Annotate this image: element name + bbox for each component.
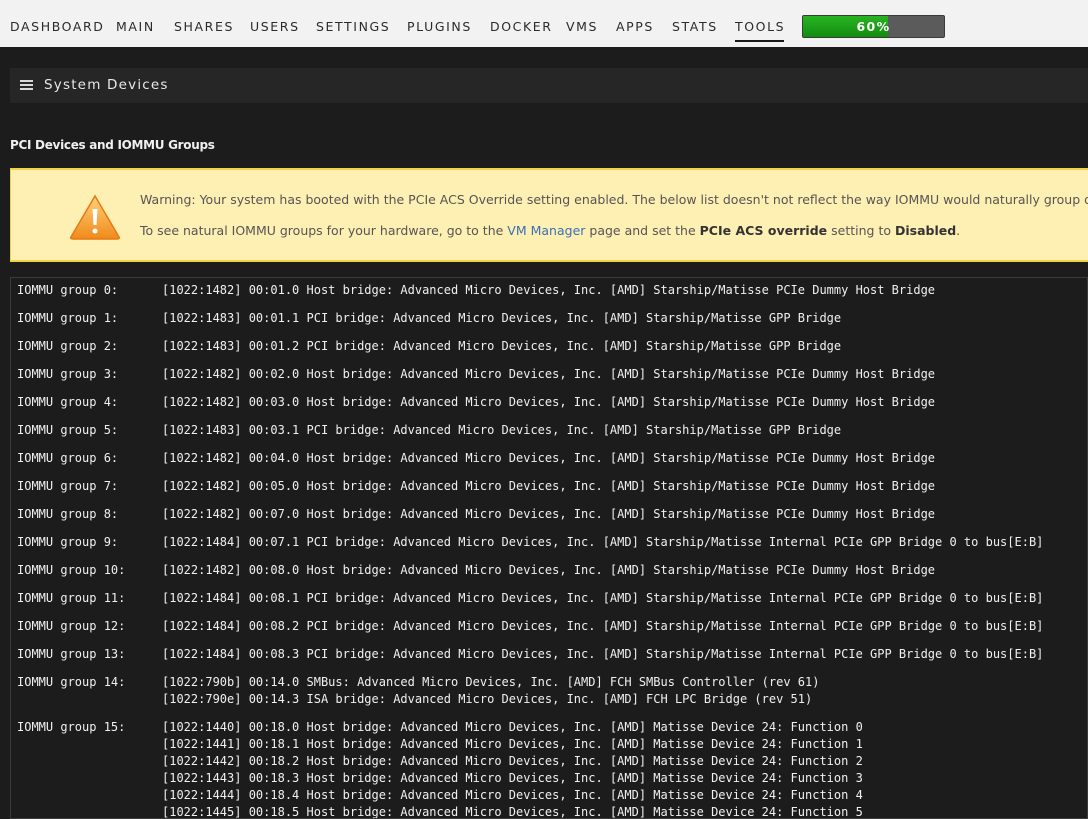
pci-device-entry: [1022:1484] 00:07.1 PCI bridge: Advanced… xyxy=(162,535,1044,549)
pci-device-entry: [1022:1443] 00:18.3 Host bridge: Advance… xyxy=(162,771,863,785)
pci-device-entry: [1022:1483] 00:01.1 PCI bridge: Advanced… xyxy=(162,311,842,325)
nav-stats[interactable]: STATS xyxy=(672,19,718,34)
pci-device-entry: [1022:1482] 00:07.0 Host bridge: Advance… xyxy=(162,507,936,521)
usage-progress-bar: 60% xyxy=(802,15,945,38)
nav-apps[interactable]: APPS xyxy=(616,19,654,34)
iommu-group-label: IOMMU group 10: xyxy=(17,563,126,577)
nav-settings[interactable]: SETTINGS xyxy=(316,19,390,34)
warning-box: Warning: Your system has booted with the… xyxy=(10,168,1088,262)
iommu-group-label: IOMMU group 0: xyxy=(17,283,119,297)
iommu-group-label: IOMMU group 4: xyxy=(17,395,119,409)
pci-device-entry: [1022:1441] 00:18.1 Host bridge: Advance… xyxy=(162,737,863,751)
nav-docker[interactable]: DOCKER xyxy=(490,19,553,34)
iommu-group-label: IOMMU group 5: xyxy=(17,423,119,437)
iommu-group-label: IOMMU group 9: xyxy=(17,535,119,549)
nav-vms[interactable]: VMS xyxy=(566,19,598,34)
list-icon xyxy=(20,80,33,90)
pci-device-entry: [1022:1483] 00:03.1 PCI bridge: Advanced… xyxy=(162,423,842,437)
iommu-group-label: IOMMU group 6: xyxy=(17,451,119,465)
iommu-group-label: IOMMU group 14: xyxy=(17,675,126,689)
pci-device-entry: [1022:1440] 00:18.0 Host bridge: Advance… xyxy=(162,720,863,734)
pci-device-entry: [1022:1442] 00:18.2 Host bridge: Advance… xyxy=(162,754,863,768)
pci-device-entry: [1022:790e] 00:14.3 ISA bridge: Advanced… xyxy=(162,692,813,706)
subsection-title: PCI Devices and IOMMU Groups xyxy=(10,138,215,152)
iommu-group-label: IOMMU group 13: xyxy=(17,647,126,661)
iommu-group-label: IOMMU group 15: xyxy=(17,720,126,734)
pci-device-entry: [1022:1482] 00:08.0 Host bridge: Advance… xyxy=(162,563,936,577)
section-header: System Devices xyxy=(10,68,1088,103)
iommu-device-list: IOMMU group 0: [1022:1482] 00:01.0 Host b… xyxy=(10,277,1088,819)
pci-device-entry: [1022:1482] 00:03.0 Host bridge: Advance… xyxy=(162,395,936,409)
iommu-group-label: IOMMU group 1: xyxy=(17,311,119,325)
iommu-group-label: IOMMU group 12: xyxy=(17,619,126,633)
iommu-group-label: IOMMU group 3: xyxy=(17,367,119,381)
pci-device-entry: [1022:1484] 00:08.2 PCI bridge: Advanced… xyxy=(162,619,1044,633)
pci-device-entry: [1022:1445] 00:18.5 Host bridge: Advance… xyxy=(162,805,863,819)
warning-text-part: page and set the xyxy=(585,223,700,238)
vm-manager-link[interactable]: VM Manager xyxy=(507,223,585,238)
iommu-group-label: IOMMU group 11: xyxy=(17,591,126,605)
iommu-group-label: IOMMU group 2: xyxy=(17,339,119,353)
nav-shares[interactable]: SHARES xyxy=(174,19,234,34)
warning-instructions: To see natural IOMMU groups for your har… xyxy=(140,223,960,238)
acs-override-setting: PCIe ACS override xyxy=(699,223,828,238)
pci-device-entry: [1022:1484] 00:08.3 PCI bridge: Advanced… xyxy=(162,647,1044,661)
pci-device-entry: [1022:1482] 00:02.0 Host bridge: Advance… xyxy=(162,367,936,381)
nav-tools[interactable]: TOOLS xyxy=(735,19,785,42)
iommu-group-label: IOMMU group 7: xyxy=(17,479,119,493)
nav-plugins[interactable]: PLUGINS xyxy=(407,19,472,34)
progress-label: 60% xyxy=(856,19,891,34)
warning-triangle-icon xyxy=(70,194,120,240)
warning-text: Warning: Your system has booted with the… xyxy=(140,192,1088,207)
nav-main[interactable]: MAIN xyxy=(116,19,155,34)
pci-device-entry: [1022:1444] 00:18.4 Host bridge: Advance… xyxy=(162,788,863,802)
nav-dashboard[interactable]: DASHBOARD xyxy=(10,19,105,34)
pci-device-entry: [1022:1483] 00:01.2 PCI bridge: Advanced… xyxy=(162,339,842,353)
pci-device-entry: [1022:1482] 00:05.0 Host bridge: Advance… xyxy=(162,479,936,493)
pci-device-entry: [1022:790b] 00:14.0 SMBus: Advanced Micr… xyxy=(162,675,820,689)
page-title: System Devices xyxy=(44,77,169,93)
disabled-value: Disabled xyxy=(894,223,957,238)
nav-users[interactable]: USERS xyxy=(250,19,300,34)
pci-device-entry: [1022:1482] 00:01.0 Host bridge: Advance… xyxy=(162,283,936,297)
warning-text-part: To see natural IOMMU groups for your har… xyxy=(140,223,508,238)
pci-device-entry: [1022:1484] 00:08.1 PCI bridge: Advanced… xyxy=(162,591,1044,605)
warning-text-part: . xyxy=(956,223,961,238)
iommu-group-label: IOMMU group 8: xyxy=(17,507,119,521)
top-navigation: DASHBOARD MAIN SHARES USERS SETTINGS PLU… xyxy=(0,0,1088,47)
pci-device-entry: [1022:1482] 00:04.0 Host bridge: Advance… xyxy=(162,451,936,465)
warning-text-part: setting to xyxy=(827,223,895,238)
